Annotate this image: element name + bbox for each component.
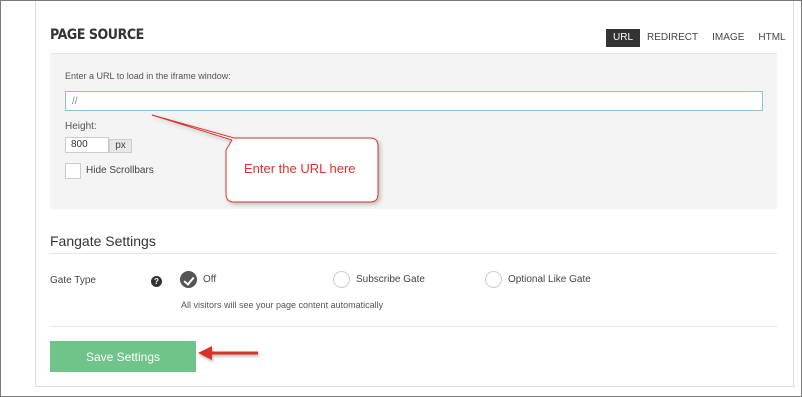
arrow-head-icon [198,346,212,360]
arrow-annotation [198,346,258,360]
